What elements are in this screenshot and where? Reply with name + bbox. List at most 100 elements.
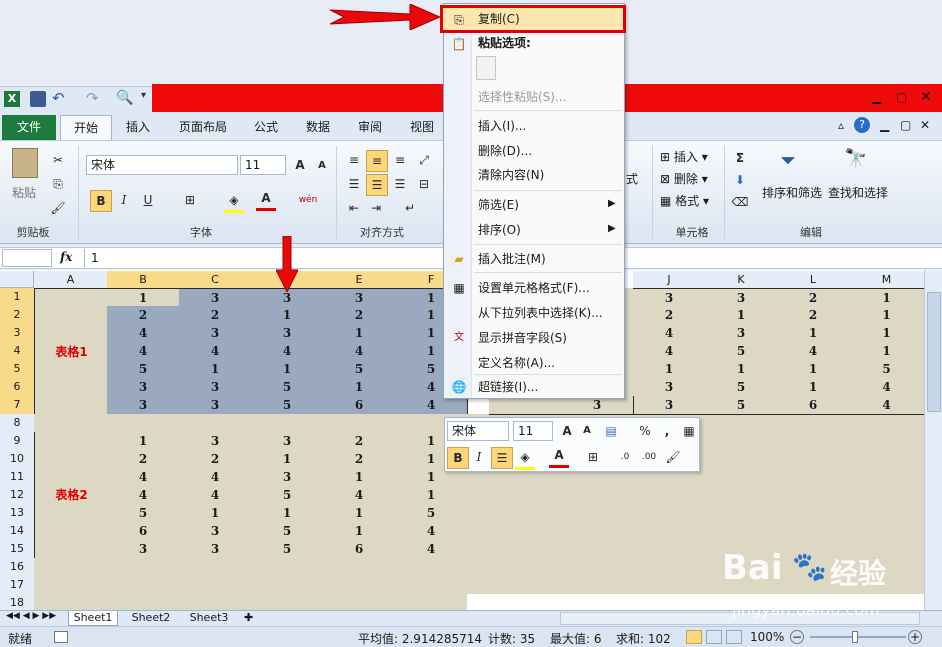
right-table-cell[interactable]: 4 [633, 342, 706, 361]
workbook-minimize-icon[interactable]: ▁ [880, 118, 889, 132]
table1-cell[interactable]: 3 [251, 324, 324, 343]
qat-customize-icon[interactable]: ▾ [141, 90, 146, 101]
row-header[interactable]: 5 [0, 360, 35, 379]
help-icon[interactable]: ? [854, 117, 870, 133]
macro-record-icon[interactable] [54, 631, 68, 643]
right-table-cell[interactable]: 3 [633, 396, 706, 415]
table2-cell[interactable]: 1 [107, 432, 180, 451]
row-header[interactable]: 14 [0, 522, 35, 541]
increase-indent-icon[interactable]: ⇥ [366, 198, 386, 218]
mini-fill-color-icon[interactable]: ◈ [515, 447, 535, 470]
mini-italic-button[interactable]: I [469, 447, 489, 467]
right-table-cell[interactable]: 5 [705, 342, 778, 361]
redo-icon[interactable]: ↷ [86, 89, 99, 107]
normal-view-icon[interactable] [686, 630, 702, 644]
table1-cell[interactable]: 1 [107, 288, 180, 308]
sheet-tab-3[interactable]: Sheet3 [184, 611, 234, 626]
font-size-combo[interactable]: 11 [240, 155, 286, 175]
tan-area-bottom[interactable] [34, 558, 467, 612]
table1-cell[interactable]: 4 [323, 342, 396, 361]
menu-item-insert[interactable]: 插入(I)... [478, 115, 526, 137]
right-table-cell[interactable]: 2 [777, 288, 850, 308]
right-table-cell[interactable]: 1 [777, 378, 850, 397]
tab-view[interactable]: 视图 [402, 115, 442, 139]
mini-comma-button[interactable]: , [657, 421, 677, 441]
table1-cell[interactable]: 5 [251, 378, 324, 397]
mini-font-color-icon[interactable]: A [549, 445, 569, 468]
row-header[interactable]: 13 [0, 504, 35, 523]
table2-cell[interactable]: 1 [323, 504, 396, 523]
font-color-button[interactable]: A [256, 188, 276, 211]
clear-icon[interactable]: ⌫ [730, 192, 750, 212]
table2-cell[interactable]: 6 [323, 540, 396, 559]
column-header[interactable]: J [633, 271, 706, 289]
right-table-cell[interactable]: 1 [777, 324, 850, 343]
table2-cell[interactable]: 5 [251, 522, 324, 541]
italic-button[interactable]: I [114, 190, 134, 210]
row-header[interactable]: 8 [0, 414, 35, 433]
phonetic-guide-icon[interactable]: wén [298, 190, 318, 210]
menu-item-pick-from-list[interactable]: 从下拉列表中选择(K)... [478, 302, 603, 324]
tab-formulas[interactable]: 公式 [246, 115, 286, 139]
column-header[interactable]: M [849, 271, 925, 289]
mini-shrink-font-icon[interactable]: A [577, 421, 597, 441]
grow-font-icon[interactable]: A [290, 155, 310, 175]
find-select-label[interactable]: 查找和选择 [828, 184, 888, 201]
row-header[interactable]: 11 [0, 468, 35, 487]
tab-insert[interactable]: 插入 [116, 115, 160, 139]
row8-band[interactable] [34, 414, 468, 433]
page-layout-view-icon[interactable] [706, 630, 722, 644]
row-header[interactable]: 9 [0, 432, 35, 451]
right-table-cell[interactable]: 1 [849, 306, 925, 325]
cells-delete-button[interactable]: ⊠ 删除 ▾ [660, 170, 708, 187]
table1-cell[interactable]: 4 [251, 342, 324, 361]
table1-cell[interactable]: 3 [179, 288, 252, 308]
table2-cell[interactable]: 1 [251, 504, 324, 523]
scroll-thumb[interactable] [927, 292, 941, 412]
table1-cell[interactable]: 4 [107, 324, 180, 343]
column-header[interactable]: L [777, 271, 850, 289]
table2-cell[interactable]: 4 [107, 486, 180, 505]
right-table-cell[interactable]: 2 [633, 306, 706, 325]
mini-percent-button[interactable]: % [635, 421, 655, 441]
right-table-cell[interactable]: 4 [777, 342, 850, 361]
table1-cell[interactable]: 3 [107, 378, 180, 397]
column-header[interactable]: A [34, 271, 108, 289]
menu-item-hyperlink[interactable]: 超链接(I)... [478, 376, 538, 398]
table1-label[interactable]: 表格1 [34, 288, 109, 416]
workbook-close-icon[interactable]: ✕ [920, 118, 930, 132]
row-header[interactable]: 6 [0, 378, 35, 397]
table2-cell[interactable]: 2 [323, 432, 396, 451]
align-bottom-icon[interactable]: ≡ [390, 150, 410, 170]
right-table-cell[interactable]: 4 [633, 324, 706, 343]
align-top-icon[interactable]: ≡ [344, 150, 364, 170]
right-table-cell[interactable]: 3 [633, 378, 706, 397]
zoom-slider[interactable] [810, 636, 906, 638]
zoom-slider-thumb[interactable] [852, 631, 858, 643]
row-header[interactable]: 1 [0, 288, 35, 307]
right-table-cell[interactable]: 3 [633, 288, 706, 308]
table2-cell[interactable]: 4 [179, 468, 252, 487]
align-center-icon[interactable]: ☰ [366, 174, 388, 196]
menu-item-copy[interactable]: 复制(C) [478, 8, 520, 30]
right-table-cell[interactable]: 3 [705, 324, 778, 343]
save-icon[interactable] [30, 91, 46, 107]
table1-cell[interactable]: 2 [323, 306, 396, 325]
merge-center-icon[interactable]: ⊟ [414, 174, 434, 194]
menu-item-filter[interactable]: 筛选(E) [478, 194, 519, 216]
menu-item-sort[interactable]: 排序(O) [478, 219, 521, 241]
mini-decrease-decimal-icon[interactable]: .00 [639, 447, 659, 467]
mini-font-combo[interactable]: 宋体 [447, 421, 509, 441]
table1-cell[interactable]: 5 [323, 360, 396, 379]
menu-item-phonetic[interactable]: 显示拼音字段(S) [478, 327, 567, 349]
table1-cell[interactable]: 3 [179, 378, 252, 397]
row-header[interactable]: 16 [0, 558, 35, 577]
table2-cell[interactable]: 1 [395, 486, 468, 505]
table2-cell[interactable]: 1 [323, 468, 396, 487]
table1-cell[interactable]: 4 [179, 342, 252, 361]
collapse-ribbon-icon[interactable]: ▵ [838, 118, 844, 132]
table2-cell[interactable]: 1 [179, 504, 252, 523]
table2-cell[interactable]: 3 [251, 468, 324, 487]
right-table-cell[interactable]: 3 [705, 288, 778, 308]
right-table-cell[interactable]: 1 [705, 360, 778, 379]
